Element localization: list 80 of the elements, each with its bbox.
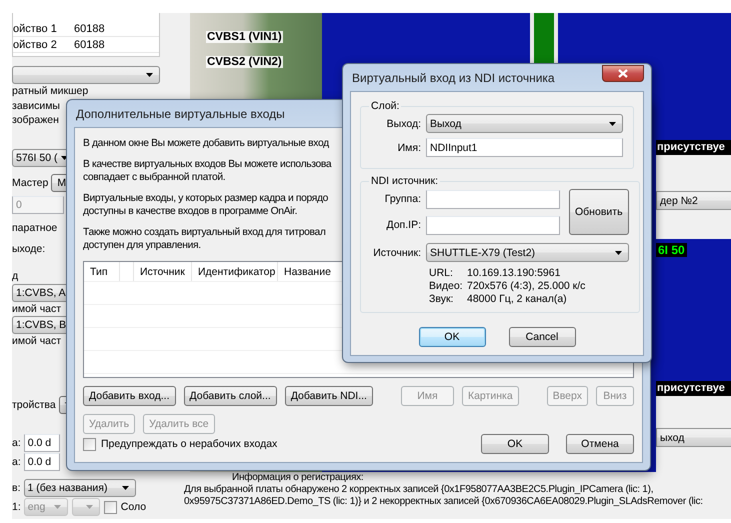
description-text: В данном окне Вы можете добавить виртуальные вход <box>83 137 329 150</box>
output-dropdown[interactable]: Выход <box>426 114 623 133</box>
checkbox[interactable] <box>83 438 96 450</box>
column-header[interactable]: Тип <box>90 266 108 278</box>
column-header[interactable]: Название <box>284 266 331 278</box>
info-value: 720x576 (4:3), 25.000 к/с <box>467 280 586 293</box>
name-field[interactable]: NDIInput1 <box>426 138 623 157</box>
label-text: имой част <box>12 334 62 348</box>
caret-icon <box>122 486 128 490</box>
field-label: а: <box>12 437 21 449</box>
source-dropdown[interactable]: SHUTTLE-X79 (Test2) <box>426 243 629 262</box>
info-text: 0x95975C37371A86ED.Demo_TS (lic: 1)} и 2 некорректных записей {0x670936CA6EA08029.Plugin_SLAdsRemover (lic: <box>184 496 703 508</box>
field-label: Доп.IP: <box>385 219 421 231</box>
description-text: В качестве виртуальных входов Вы можете использова совпадает с выбранной платой. <box>83 158 332 184</box>
device-value-cell-text: 60188 <box>73 22 106 34</box>
label-text: д <box>12 269 18 283</box>
format-label: 6I 50 <box>656 243 687 257</box>
ip-field[interactable] <box>426 216 560 234</box>
close-icon <box>618 69 628 78</box>
dropdown[interactable] <box>72 498 100 516</box>
info-text: Для выбранной платы обнаружено 2 корректных записей {0x1F958077AA3BE2C5.Plugin_IPCamera (lic: 1), <box>184 484 654 496</box>
field-label: тройства <box>12 399 56 411</box>
connector-label: CVBS1 (VIN1) <box>206 31 283 43</box>
dropdown[interactable]: 1 (без названия) <box>24 479 136 497</box>
close-button[interactable] <box>602 65 644 82</box>
connector-label: CVBS2 (VIN2) <box>206 56 283 68</box>
info-title: Информация о регистрациях: <box>231 472 364 484</box>
window-title: Дополнительные виртуальные входы <box>76 106 285 120</box>
dialog-button[interactable]: OK <box>418 327 486 347</box>
window-title: Виртуальный вход из NDI источника <box>352 70 555 84</box>
button[interactable]: Добавить NDI... <box>284 386 373 406</box>
dialog-button[interactable]: OK <box>481 434 549 454</box>
field-label: Группа: <box>384 193 421 205</box>
field-label: Выход: <box>386 118 421 130</box>
label-text: ратный микшер <box>12 84 88 98</box>
column-header[interactable]: Идентификатор <box>198 266 276 278</box>
field-label: в: <box>12 482 20 494</box>
info-label: Звук: <box>429 293 454 306</box>
refresh-button[interactable]: Обновить <box>569 189 629 235</box>
info-label: URL: <box>429 267 454 280</box>
info-label: Видео: <box>429 280 464 293</box>
label-text: паратное <box>12 221 58 235</box>
dropdown[interactable]: ыход <box>656 428 731 447</box>
description-text: Виртуальные входы, у которых размер кадра и порядо доступны в качестве входов в программе OnAir. <box>83 192 328 218</box>
group-field[interactable] <box>426 190 560 208</box>
status-banner: присутствуе <box>656 381 731 396</box>
dropdown[interactable]: дер №2 <box>656 191 731 210</box>
dialog-button[interactable]: Отмена <box>566 434 634 454</box>
caret-icon <box>54 505 61 509</box>
field-label: Мастер <box>12 177 48 189</box>
field-label: 1: <box>12 501 21 513</box>
dialog-button[interactable]: Cancel <box>508 327 576 347</box>
checkbox-label: Соло <box>120 501 146 513</box>
caret-icon <box>614 250 622 254</box>
dropdown[interactable] <box>12 66 160 84</box>
text-field[interactable]: 0.0 d <box>24 434 60 452</box>
text-field[interactable]: 0.0 d <box>24 453 60 471</box>
field-label: а: <box>12 456 21 468</box>
field-label: Источник: <box>372 246 421 258</box>
button[interactable]: Добавить вход... <box>83 386 176 406</box>
device-value-cell-text: 60188 <box>73 38 106 50</box>
checkbox[interactable] <box>104 500 117 514</box>
info-value: 48000 Гц, 2 канал(а) <box>467 293 568 306</box>
column-header[interactable]: Источник <box>140 266 185 278</box>
label-text: зависимы <box>12 99 60 113</box>
button[interactable]: Добавить слой... <box>184 386 277 406</box>
caret-icon <box>86 505 93 509</box>
description-text: Также можно создать виртуальный вход для титровал доступен для управления. <box>83 226 326 252</box>
status-banner: присутствуе <box>656 140 731 155</box>
label-text: имой част <box>12 302 62 316</box>
label-text: зображен <box>12 113 59 127</box>
group-title: NDI источник: <box>370 175 440 187</box>
checkbox-label: Предупреждать о нерабочих входах <box>101 438 278 450</box>
group-title: Слой: <box>370 100 400 112</box>
device-name-cell-text: ойство 1 <box>13 22 58 34</box>
caret-icon <box>146 73 153 77</box>
label-text: ыходе: <box>12 242 46 256</box>
info-value: 10.169.13.190:5961 <box>467 267 562 280</box>
device-name-cell-text: ойство 2 <box>13 38 58 50</box>
field-label: Имя: <box>396 142 421 154</box>
